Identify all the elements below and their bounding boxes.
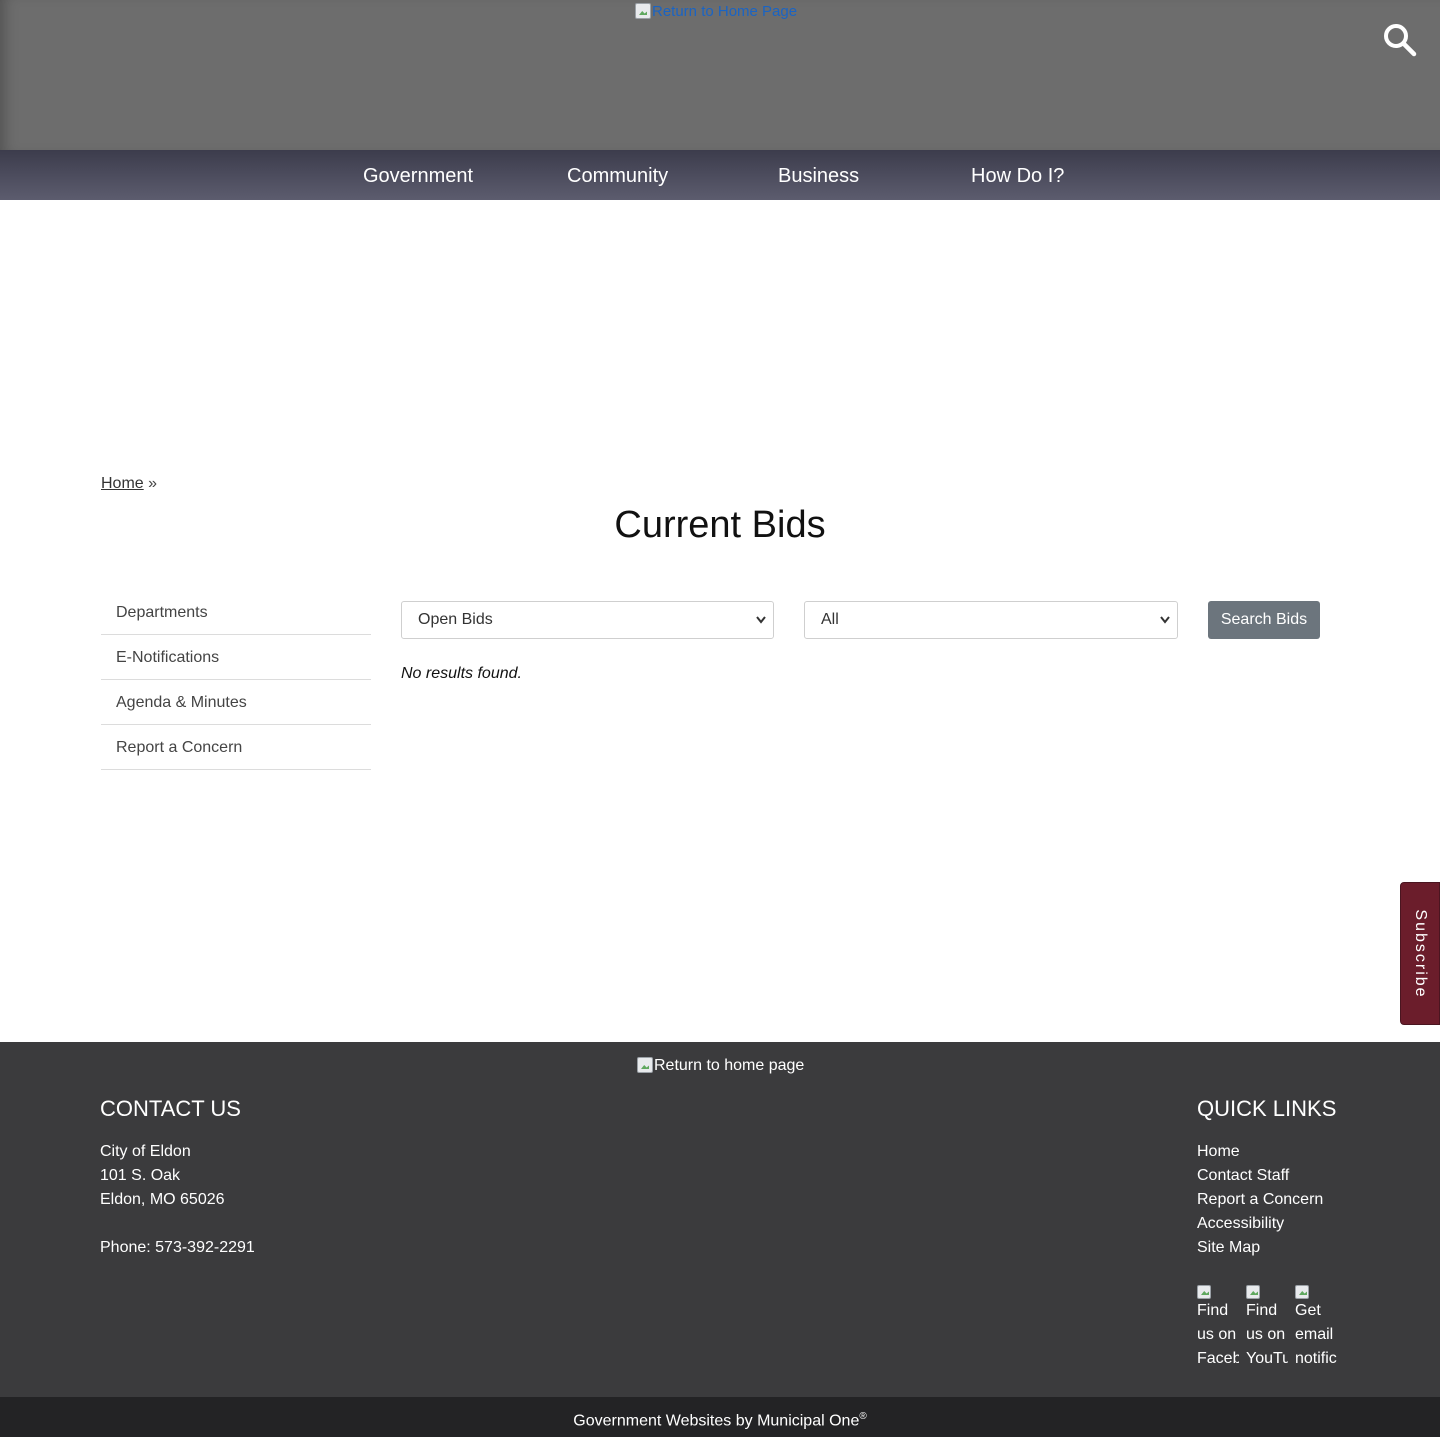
email-notifications-link[interactable]: Get email notifications (1295, 1285, 1337, 1369)
youtube-alt-text: Find us on YouTube (1246, 1302, 1288, 1367)
contact-city: Eldon, MO 65026 (100, 1191, 225, 1208)
no-results-message: No results found. (401, 665, 522, 682)
subscribe-label: Subscribe (1412, 908, 1429, 999)
search-bids-button[interactable]: Search Bids (1208, 601, 1320, 639)
youtube-link[interactable]: Find us on YouTube (1246, 1285, 1288, 1369)
breadcrumb-home-link[interactable]: Home (101, 475, 144, 492)
contact-address: City of Eldon 101 S. Oak Eldon, MO 65026… (100, 1140, 255, 1260)
sidebar-item-report-concern[interactable]: Report a Concern (101, 725, 371, 770)
home-logo-link[interactable]: Return to Home Page (635, 3, 797, 20)
bid-status-value: Open Bids (418, 611, 493, 628)
quick-link-site-map[interactable]: Site Map (1197, 1236, 1323, 1260)
footer-logo-alt-text: Return to home page (654, 1057, 805, 1074)
sidebar: Departments E-Notifications Agenda & Min… (101, 590, 371, 770)
site-footer: Return to home page CONTACT US City of E… (0, 1042, 1440, 1397)
contact-street: 101 S. Oak (100, 1167, 181, 1184)
sidebar-item-agenda-minutes[interactable]: Agenda & Minutes (101, 680, 371, 725)
quick-links-list: Home Contact Staff Report a Concern Acce… (1197, 1140, 1323, 1260)
broken-image-icon (637, 1057, 653, 1073)
nav-item-community[interactable]: Community (567, 150, 668, 200)
sidebar-item-e-notifications[interactable]: E-Notifications (101, 635, 371, 680)
email-alt-text: Get email notifications (1295, 1302, 1337, 1367)
facebook-icon (1197, 1285, 1211, 1299)
site-header: Return to Home Page (0, 0, 1440, 150)
chevron-down-icon (1159, 602, 1171, 652)
quick-link-report-concern[interactable]: Report a Concern (1197, 1188, 1323, 1212)
breadcrumb: Home » (101, 475, 157, 493)
contact-name: City of Eldon (100, 1143, 191, 1160)
chevron-down-icon (755, 602, 767, 652)
logo-alt-text: Return to Home Page (652, 3, 798, 20)
registered-mark: ® (859, 1411, 867, 1422)
quick-link-accessibility[interactable]: Accessibility (1197, 1212, 1323, 1236)
quick-link-contact-staff[interactable]: Contact Staff (1197, 1164, 1323, 1188)
bottom-bar: Government Websites by Municipal One® (0, 1397, 1440, 1437)
contact-phone: Phone: 573-392-2291 (100, 1239, 255, 1256)
nav-item-how-do-i[interactable]: How Do I? (971, 150, 1064, 200)
search-button[interactable] (1382, 22, 1422, 62)
contact-heading: CONTACT US (100, 1096, 241, 1121)
breadcrumb-separator: » (148, 475, 158, 492)
credit-text[interactable]: Government Websites by Municipal One (573, 1412, 859, 1429)
search-icon (1384, 24, 1417, 57)
bid-status-select[interactable]: Open Bids (401, 601, 774, 639)
main-nav: Government Community Business How Do I? (0, 150, 1440, 200)
bid-category-value: All (821, 611, 839, 628)
sidebar-item-departments[interactable]: Departments (101, 590, 371, 635)
page-title: Current Bids (614, 504, 826, 546)
broken-image-icon (635, 3, 651, 19)
email-icon (1295, 1285, 1309, 1299)
nav-item-government[interactable]: Government (363, 150, 473, 200)
youtube-icon (1246, 1285, 1260, 1299)
quick-links-heading: QUICK LINKS (1197, 1096, 1337, 1121)
facebook-alt-text: Find us on Facebook (1197, 1302, 1239, 1367)
bid-category-select[interactable]: All (804, 601, 1178, 639)
footer-home-logo-link[interactable]: Return to home page (637, 1057, 804, 1075)
facebook-link[interactable]: Find us on Facebook (1197, 1285, 1239, 1369)
quick-link-home[interactable]: Home (1197, 1140, 1323, 1164)
subscribe-tab[interactable]: Subscribe (1400, 882, 1440, 1025)
nav-item-business[interactable]: Business (778, 150, 859, 200)
